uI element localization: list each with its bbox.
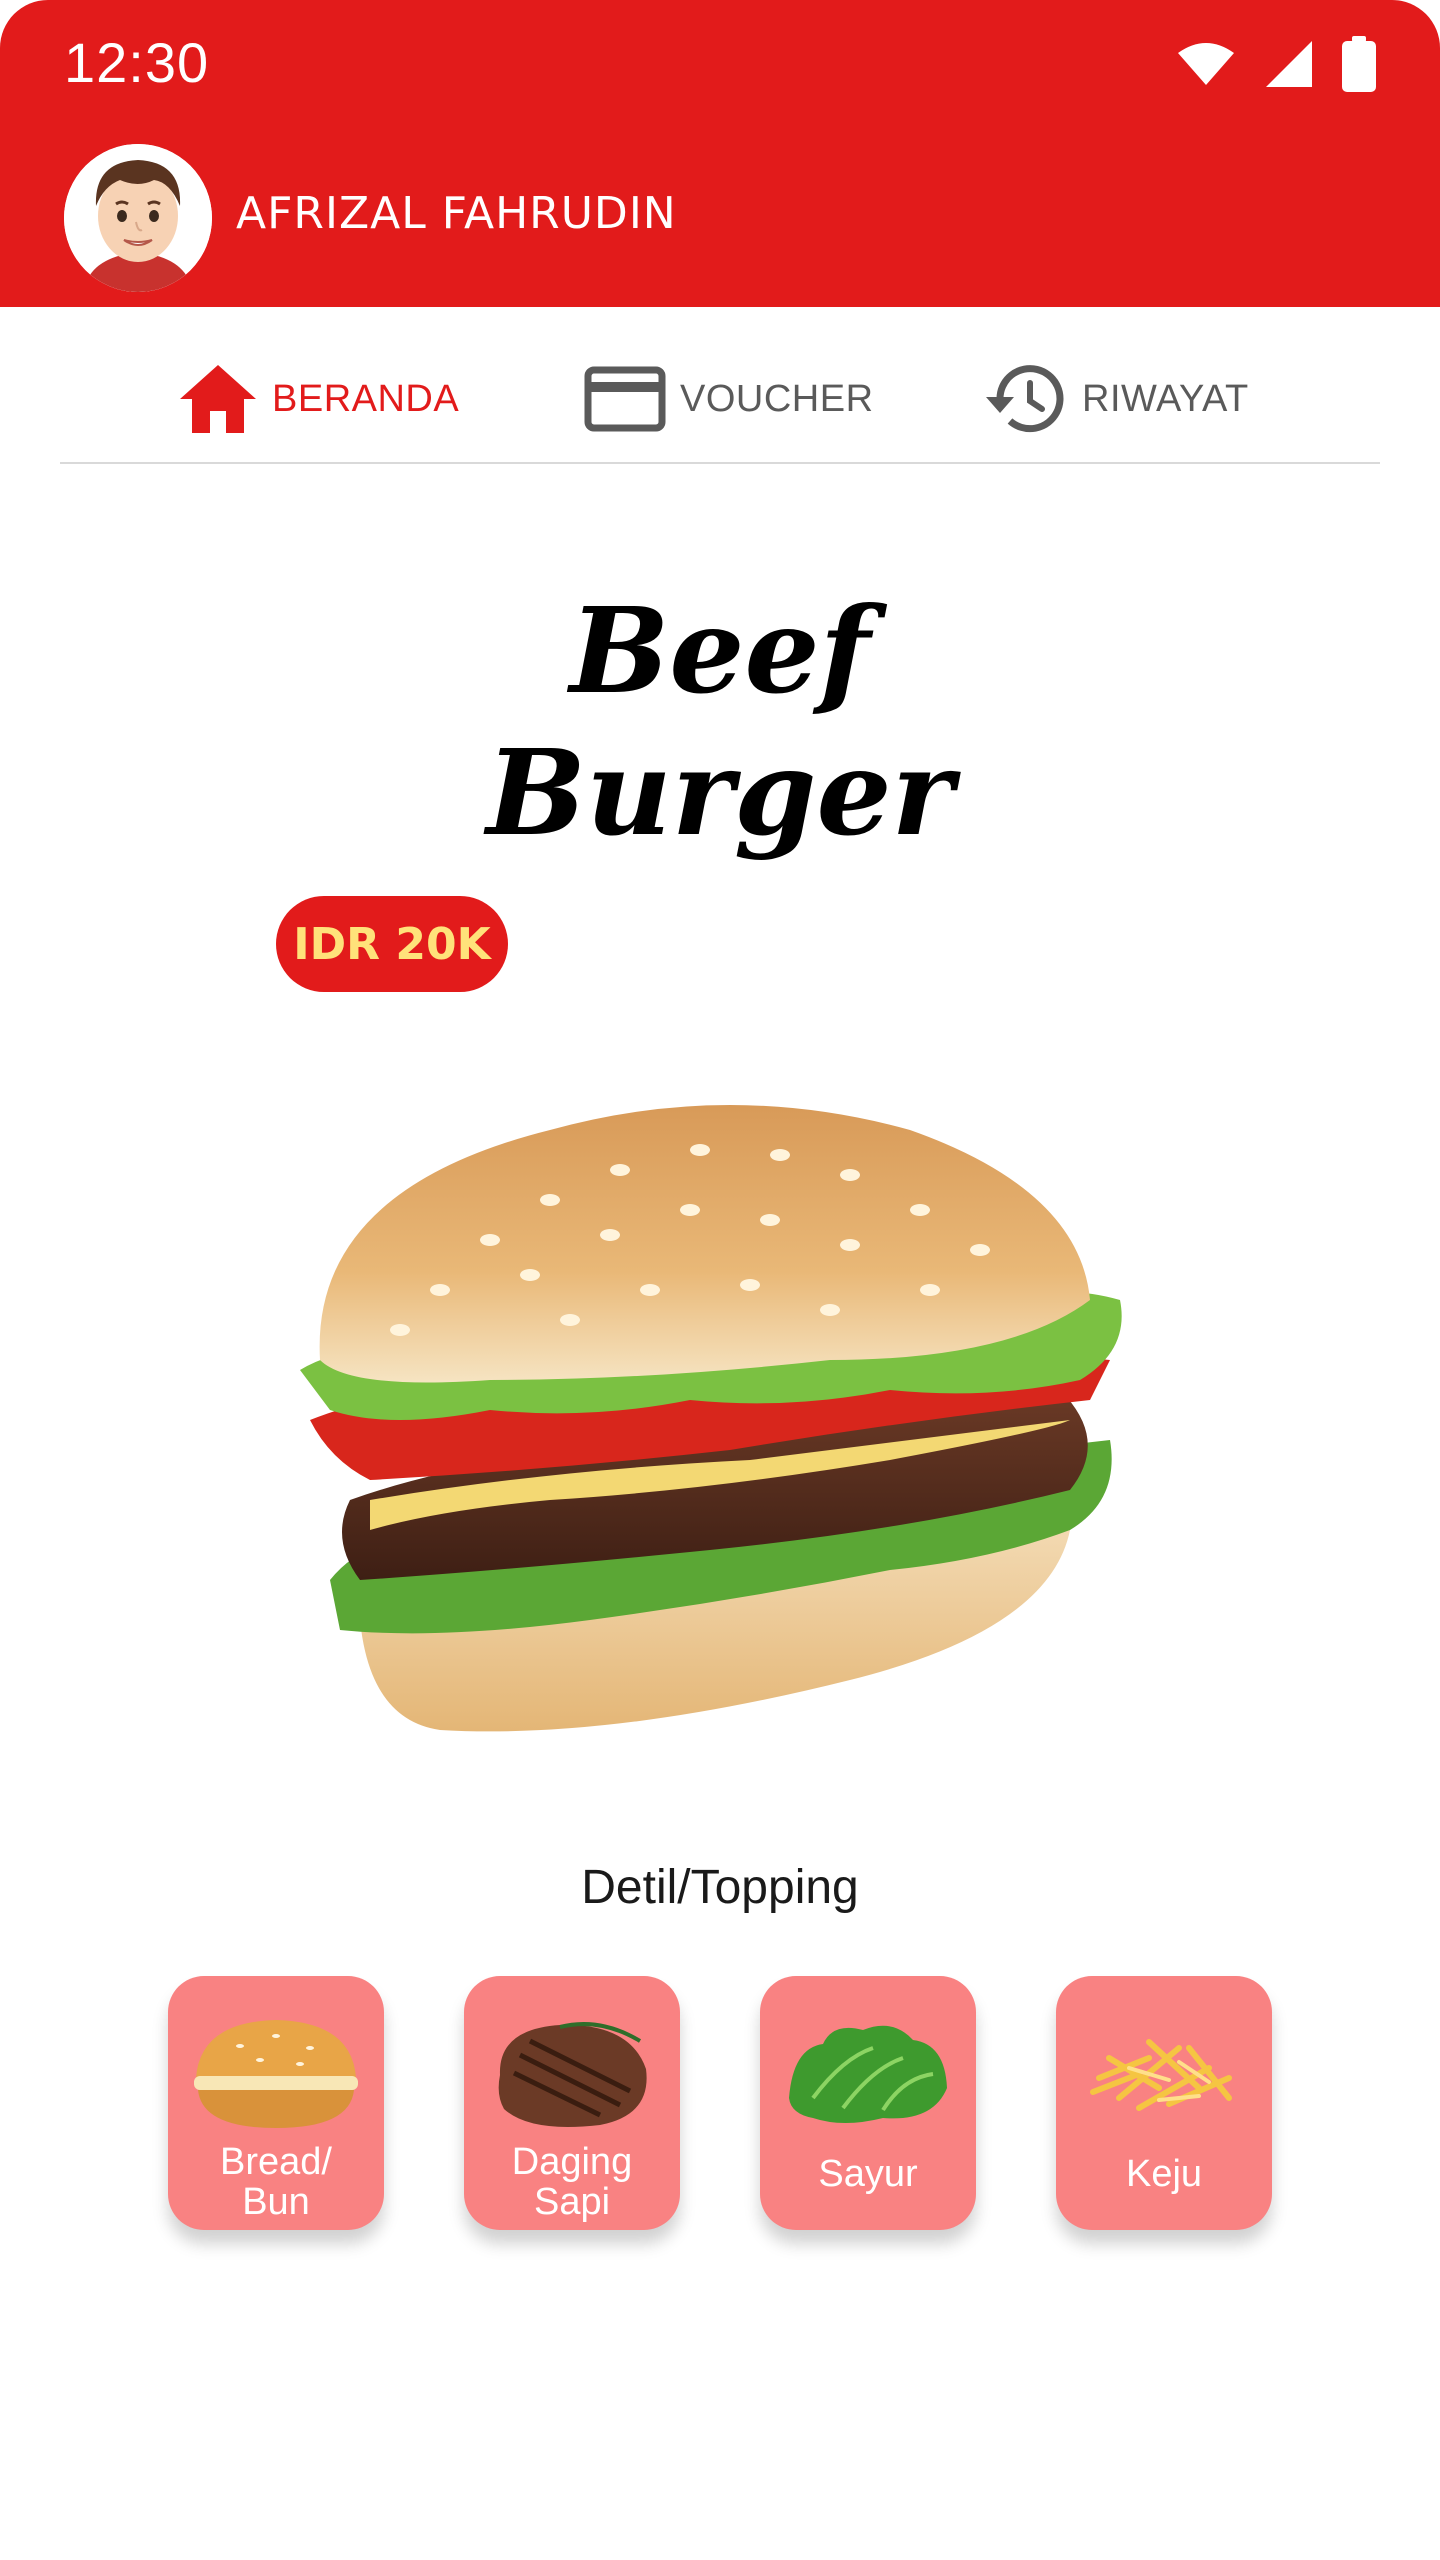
bun-icon xyxy=(186,2012,366,2136)
detail-topping-label: Detil/Topping xyxy=(581,1861,859,1914)
lettuce-icon xyxy=(778,2012,958,2136)
wifi-icon xyxy=(1178,43,1234,85)
topping-label: Keju xyxy=(1064,2154,1264,2194)
topping-label-line2: Sapi xyxy=(533,2181,611,2223)
topping-card-sayur[interactable]: Sayur xyxy=(760,1976,976,2230)
app-header: 12:30 AFRIZAL FAHRUDIN xyxy=(0,0,1440,307)
topping-label-line1: Bread/ xyxy=(220,2141,332,2183)
topping-list: Bread/ Bun Daging Sapi Sayur Keju xyxy=(0,1976,1440,2236)
status-icons xyxy=(1176,36,1376,92)
user-name: AFRIZAL FAHRUDIN xyxy=(236,188,677,239)
credit-card-icon xyxy=(584,366,666,432)
tab-voucher[interactable]: VOUCHER xyxy=(584,354,874,444)
tab-riwayat-label: RIWAYAT xyxy=(1082,377,1249,420)
topping-label-line2: Bun xyxy=(242,2181,310,2223)
steak-icon xyxy=(482,2012,662,2136)
topping-label: Bread/ Bun xyxy=(176,2142,376,2222)
topping-label: Sayur xyxy=(768,2154,968,2194)
tab-voucher-label: VOUCHER xyxy=(680,377,874,420)
user-avatar[interactable] xyxy=(64,144,212,292)
status-time: 12:30 xyxy=(64,31,210,94)
cheese-icon xyxy=(1074,2012,1254,2136)
history-icon xyxy=(986,365,1064,433)
signal-icon xyxy=(1266,41,1312,87)
topping-label-line1: Keju xyxy=(1125,2153,1203,2195)
app-screen: 12:30 AFRIZAL FAHRUDIN BERANDA VOUCHER R… xyxy=(0,0,1440,2560)
tab-riwayat[interactable]: RIWAYAT xyxy=(984,354,1249,444)
price-badge: IDR 20K xyxy=(276,896,508,992)
topping-label-line1: Sayur xyxy=(818,2153,918,2195)
product-title: Beef Burger xyxy=(0,580,1440,864)
product-title-line2: Burger xyxy=(486,723,954,862)
topping-card-daging-sapi[interactable]: Daging Sapi xyxy=(464,1976,680,2230)
tab-bar: BERANDA VOUCHER RIWAYAT xyxy=(60,340,1380,464)
product-title-line1: Beef xyxy=(569,581,871,720)
topping-label-line1: Daging xyxy=(511,2141,633,2183)
topping-label: Daging Sapi xyxy=(472,2142,672,2222)
battery-icon xyxy=(1342,36,1376,92)
avatar-face-icon xyxy=(64,144,212,292)
topping-card-bread[interactable]: Bread/ Bun xyxy=(168,1976,384,2230)
home-icon xyxy=(180,365,256,433)
tab-beranda-label: BERANDA xyxy=(272,377,460,420)
tab-beranda[interactable]: BERANDA xyxy=(178,354,459,444)
burger-image xyxy=(300,1105,1122,1732)
topping-card-keju[interactable]: Keju xyxy=(1056,1976,1272,2230)
